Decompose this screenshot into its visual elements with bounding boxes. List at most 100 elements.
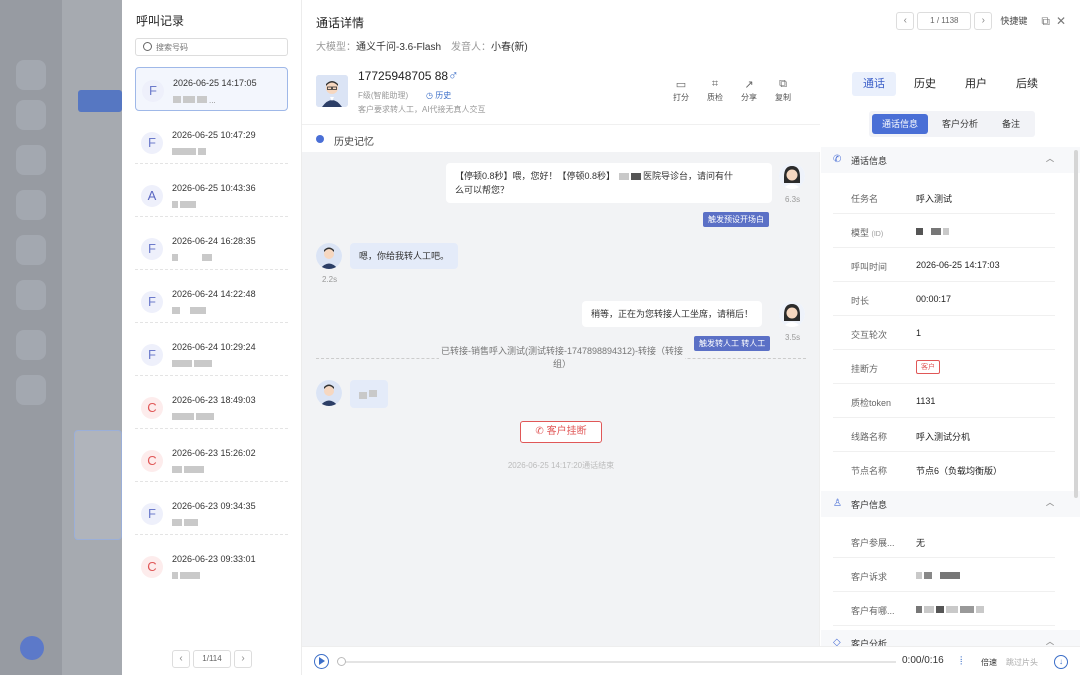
score-button[interactable]: ▭ 打分 (664, 78, 698, 103)
close-icon[interactable]: ✕ (1056, 12, 1066, 30)
call-item[interactable]: C 2026-06-23 18:49:03 (135, 385, 288, 429)
tab-user[interactable]: 用户 (954, 72, 998, 96)
info-row: 时长 00:00:17 (833, 282, 1055, 316)
section-customer-info[interactable]: ♙ 客户信息 ︿ (821, 491, 1080, 517)
skip-intro-button[interactable]: 跳过片头 (1006, 657, 1038, 668)
masked-text (615, 171, 643, 181)
download-icon[interactable]: ↓ (1054, 655, 1068, 669)
contact-request: 客户要求转人工，AI代接无真人交互 (358, 105, 486, 114)
inspect-label: 质检 (707, 93, 723, 102)
info-row: 质检token 1131 (833, 384, 1055, 418)
next-record-button[interactable]: › (974, 12, 993, 30)
bg-button (78, 90, 122, 112)
call-item[interactable]: F 2026-06-24 16:28:35 (135, 226, 288, 270)
speaker-value: 小春(新) (491, 42, 528, 53)
call-avatar: F (141, 238, 163, 260)
call-time: 2026-06-23 15:26:02 (172, 448, 256, 458)
subtab-notes[interactable]: 备注 (991, 114, 1031, 134)
masked-number (172, 515, 200, 526)
next-page-button[interactable]: › (234, 650, 252, 668)
user-avatar (316, 75, 348, 107)
call-avatar: C (141, 397, 163, 419)
call-item[interactable]: F 2026-06-24 10:29:24 (135, 332, 288, 376)
masked-number (172, 462, 206, 473)
message-text: 么可以帮您？ (455, 185, 510, 195)
prev-page-button[interactable]: ‹ (172, 650, 190, 668)
row-value: 无 (916, 538, 926, 548)
info-row: 模型 (ID) (833, 214, 1055, 248)
masked-number (172, 144, 208, 155)
page-indicator[interactable]: 1/114 (193, 650, 231, 668)
masked-number (172, 409, 216, 420)
share-icon: ↗ (744, 79, 754, 91)
call-item[interactable]: F 2026-06-23 09:34:35 (135, 491, 288, 535)
call-avatar: F (141, 291, 163, 313)
row-value-masked (916, 570, 962, 580)
call-item[interactable]: F 2026-06-24 14:22:48 (135, 279, 288, 323)
message-duration: 6.3s (785, 195, 801, 204)
copy-icon: ⧉ (779, 78, 787, 90)
shortcut-button[interactable]: 快捷键 (1000, 12, 1027, 30)
bg-nav-icon (16, 190, 46, 220)
call-time: 2026-06-25 14:17:05 (173, 78, 257, 88)
row-value-masked (916, 604, 986, 614)
call-detail-panel: 通话详情 大模型：通义千问-3.6-Flash 发音人：小春(新) ‹ 1 / 11… (302, 0, 1080, 675)
conversation-area: 17725948705 88 ♂ F级(智能助理) ◷ 历史 客户要求转人工，A… (302, 60, 820, 646)
masked-number (172, 568, 202, 579)
row-label: 客户有哪... (851, 606, 895, 616)
call-avatar: F (141, 344, 163, 366)
scrollbar[interactable] (1074, 150, 1078, 498)
user-icon: ♙ (833, 498, 842, 509)
record-indicator[interactable]: 1 / 1138 (917, 12, 972, 30)
customer-avatar (316, 380, 342, 406)
progress-track[interactable] (340, 661, 896, 663)
tab-followup[interactable]: 后续 (1005, 72, 1049, 96)
waveform-icon[interactable]: ⦙ (960, 655, 962, 668)
message-text: 医院导诊台，请问有什 (643, 171, 734, 181)
male-icon: ♂ (448, 67, 459, 83)
row-label: 节点名称 (851, 466, 888, 476)
progress-knob[interactable] (337, 657, 346, 666)
row-value: 呼入测试分机 (916, 432, 971, 442)
info-row: 呼叫时间 2026-06-25 14:17:03 (833, 248, 1055, 282)
call-avatar: F (141, 503, 163, 525)
bg-nav-icon (16, 235, 46, 265)
call-list-title: 呼叫记录 (136, 14, 185, 28)
tab-history[interactable]: 历史 (903, 72, 947, 96)
subtab-call-info[interactable]: 通话信息 (872, 114, 928, 134)
search-box[interactable] (135, 38, 288, 56)
info-panel: 通话 历史 用户 后续 通话信息 客户分析 备注 ✆ 通话信息 ︿ 任务名 呼入测试 … (821, 60, 1080, 646)
message-text: 【停顿0.8秒】喂，您好！【停顿0.8秒】 (455, 171, 616, 181)
subtab-customer-analysis[interactable]: 客户分析 (935, 114, 985, 134)
hangup-indicator: ✆ 客户挂断 (520, 421, 602, 443)
customer-avatar (316, 243, 342, 269)
section-call-info[interactable]: ✆ 通话信息 ︿ (821, 147, 1080, 173)
call-item[interactable]: F 2026-06-25 14:17:05 ... (135, 67, 288, 111)
customer-message: 嗯，你给我转人工吧。 (350, 243, 459, 269)
speed-button[interactable]: 倍速 (981, 657, 997, 668)
call-item[interactable]: C 2026-06-23 15:26:02 (135, 438, 288, 482)
info-tabs: 通话 历史 用户 后续 (843, 72, 1073, 96)
contact-header: 17725948705 88 ♂ F级(智能助理) ◷ 历史 客户要求转人工，A… (302, 60, 820, 152)
call-item[interactable]: C 2026-06-23 09:33:01 (135, 544, 288, 588)
section-customer-analysis[interactable]: ◇ 客户分析 ︿ (821, 630, 1080, 646)
expand-icon[interactable]: ⧉ (1041, 12, 1050, 30)
info-row: 挂断方 客户 (833, 350, 1055, 384)
call-item[interactable]: A 2026-06-25 10:43:36 (135, 173, 288, 217)
play-button[interactable] (314, 654, 329, 669)
prev-record-button[interactable]: ‹ (896, 12, 915, 30)
call-item[interactable]: F 2026-06-25 10:47:29 (135, 120, 288, 164)
share-label: 分享 (741, 93, 757, 102)
copy-button[interactable]: ⧉ 复制 (766, 78, 800, 103)
inspect-button[interactable]: ⌗ 质检 (698, 78, 732, 103)
model-value: 通义千问-3.6-Flash (356, 42, 442, 53)
history-link[interactable]: ◷ 历史 (426, 90, 451, 101)
message-duration: 3.5s (785, 333, 801, 342)
row-label: 客户参展... (851, 538, 895, 548)
history-memory[interactable]: 历史记忆 (302, 124, 820, 152)
history-link-label: 历史 (435, 91, 452, 100)
search-input[interactable] (156, 40, 284, 54)
tab-call[interactable]: 通话 (852, 72, 896, 96)
share-button[interactable]: ↗ 分享 (732, 78, 766, 103)
comment-icon: ▭ (675, 79, 687, 91)
